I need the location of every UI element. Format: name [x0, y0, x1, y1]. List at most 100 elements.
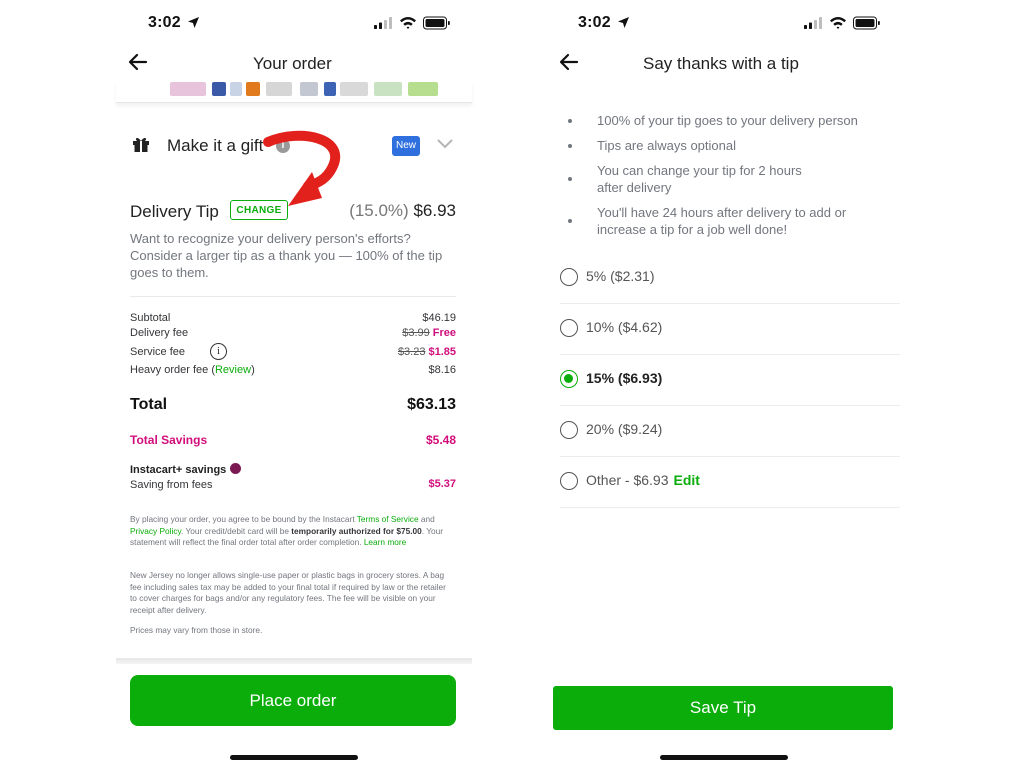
saving-fees-label: Saving from fees	[130, 479, 213, 491]
change-tip-button[interactable]: CHANGE	[230, 200, 288, 220]
learn-more-link[interactable]: Learn more	[364, 537, 406, 547]
tip-amount: (15.0%) $6.93	[349, 201, 456, 221]
delivery-fee-old: $3.99	[402, 327, 430, 339]
item-thumbnail	[266, 82, 292, 96]
delivery-fee-new: Free	[432, 327, 456, 339]
back-arrow-icon[interactable]	[559, 52, 579, 72]
order-screen: 3:02 Your order Make it a gift i New Del…	[116, 0, 472, 768]
total-savings-label: Total Savings	[130, 433, 208, 447]
service-fee-label: Service fee	[130, 346, 186, 358]
tip-option-20[interactable]: 20% ($9.24)	[560, 406, 900, 456]
item-thumbnail	[230, 82, 242, 96]
bullet-dot	[568, 144, 572, 148]
bag-fee-notice: New Jersey no longer allows single-use p…	[130, 570, 446, 615]
info-icon[interactable]: i	[210, 343, 227, 360]
item-thumbnail	[324, 82, 336, 96]
bullet-dot	[568, 119, 572, 123]
heavy-fee-value: $8.16	[428, 364, 456, 376]
gift-icon	[133, 137, 149, 152]
tip-option-15[interactable]: 15% ($6.93)	[560, 355, 900, 405]
page-title: Say thanks with a tip	[643, 54, 799, 73]
signal-icon	[374, 17, 392, 29]
battery-icon	[853, 16, 880, 30]
delivery-fee-row: Delivery fee $3.99 Free	[130, 327, 456, 343]
service-fee-row: Service fee i $3.23 $1.85	[130, 343, 456, 362]
item-thumbnail	[340, 82, 368, 96]
bullet-text: Tips are always optional	[597, 138, 736, 153]
legal-text: and	[418, 514, 435, 524]
total-value: $63.13	[407, 396, 456, 413]
wifi-icon	[400, 17, 416, 29]
item-thumbnail	[246, 82, 260, 96]
plus-membership-icon	[230, 463, 242, 474]
legal-text: By placing your order, you agree to be b…	[130, 514, 357, 524]
saving-fees-value: $5.37	[428, 478, 456, 490]
price-notice: Prices may vary from those in store.	[130, 625, 263, 635]
heavy-fee-paren: )	[251, 364, 255, 376]
tip-option-label: 10% ($4.62)	[586, 319, 663, 335]
tip-percent: (15.0%)	[349, 201, 409, 220]
gift-label: Make it a gift	[167, 136, 264, 155]
edit-tip-link[interactable]: Edit	[674, 472, 700, 488]
tip-value: $6.93	[413, 201, 456, 220]
tip-screen: 3:02 Say thanks with a tip 100% of your …	[548, 0, 904, 768]
place-order-button[interactable]: Place order	[130, 675, 456, 726]
total-label: Total	[130, 396, 168, 413]
red-annotation-arrow	[263, 130, 340, 206]
subtotal-label: Subtotal	[130, 312, 171, 324]
status-time: 3:02	[148, 14, 181, 31]
chevron-down-icon[interactable]	[437, 139, 453, 149]
wifi-icon	[830, 17, 846, 29]
service-fee-new: $1.85	[428, 346, 456, 358]
radio-button[interactable]	[560, 472, 578, 490]
tip-option-label: 5% ($2.31)	[586, 268, 655, 284]
order-items-strip[interactable]	[116, 82, 472, 103]
heavy-fee-label: Heavy order fee (	[130, 364, 215, 376]
location-arrow-icon	[618, 17, 629, 28]
service-fee-old: $3.23	[397, 346, 426, 358]
radio-button[interactable]	[560, 268, 578, 286]
status-icons	[374, 16, 450, 30]
subtotal-value: $46.19	[422, 312, 456, 324]
item-thumbnail	[212, 82, 226, 96]
total-savings-value: $5.48	[425, 433, 456, 447]
tip-option-5[interactable]: 5% ($2.31)	[560, 253, 900, 303]
tip-option-label: Other - $6.93	[586, 472, 669, 488]
bullet-text: 100% of your tip goes to your delivery p…	[597, 113, 858, 128]
item-thumbnail	[170, 82, 206, 96]
tip-option-10[interactable]: 10% ($4.62)	[560, 304, 900, 354]
item-thumbnail	[300, 82, 318, 96]
new-badge: New	[392, 136, 420, 156]
radio-button-selected[interactable]	[560, 370, 578, 388]
total-row: Total $63.13	[130, 396, 456, 414]
home-indicator	[660, 755, 788, 760]
radio-button[interactable]	[560, 319, 578, 337]
tip-description: Want to recognize your delivery person's…	[130, 231, 443, 280]
divider	[560, 507, 900, 508]
page-title: Your order	[253, 54, 332, 73]
total-savings-row: Total Savings $5.48	[130, 433, 456, 447]
item-thumbnail	[408, 82, 438, 96]
signal-icon	[804, 17, 822, 29]
instacart-plus-label: Instacart+ savings	[130, 464, 227, 476]
heavy-order-fee-row: Heavy order fee (Review) $8.16	[130, 364, 456, 380]
radio-button[interactable]	[560, 421, 578, 439]
instacart-plus-savings: Instacart+ savings Saving from fees $5.3…	[130, 463, 456, 491]
tip-option-other[interactable]: Other - $6.93 Edit	[560, 457, 900, 507]
save-tip-button[interactable]: Save Tip	[553, 686, 893, 730]
review-link[interactable]: Review	[215, 364, 251, 376]
privacy-link[interactable]: Privacy Policy	[130, 526, 181, 536]
back-arrow-icon[interactable]	[128, 52, 148, 72]
tip-option-label: 15% ($6.93)	[586, 370, 663, 386]
status-icons	[804, 16, 880, 30]
terms-link[interactable]: Terms of Service	[357, 514, 419, 524]
battery-icon	[423, 16, 450, 30]
location-arrow-icon	[188, 17, 199, 28]
legal-terms: By placing your order, you agree to be b…	[130, 514, 452, 549]
bullet-text: You'll have 24 hours after delivery to a…	[597, 205, 847, 237]
authorization-text: temporarily authorized for $75.00	[291, 525, 422, 536]
tip-option-label: 20% ($9.24)	[586, 421, 663, 437]
bullet-text: You can change your tip for 2 hours afte…	[597, 163, 802, 195]
home-indicator	[230, 755, 358, 760]
legal-text: . Your credit/debit card will be	[181, 525, 292, 536]
